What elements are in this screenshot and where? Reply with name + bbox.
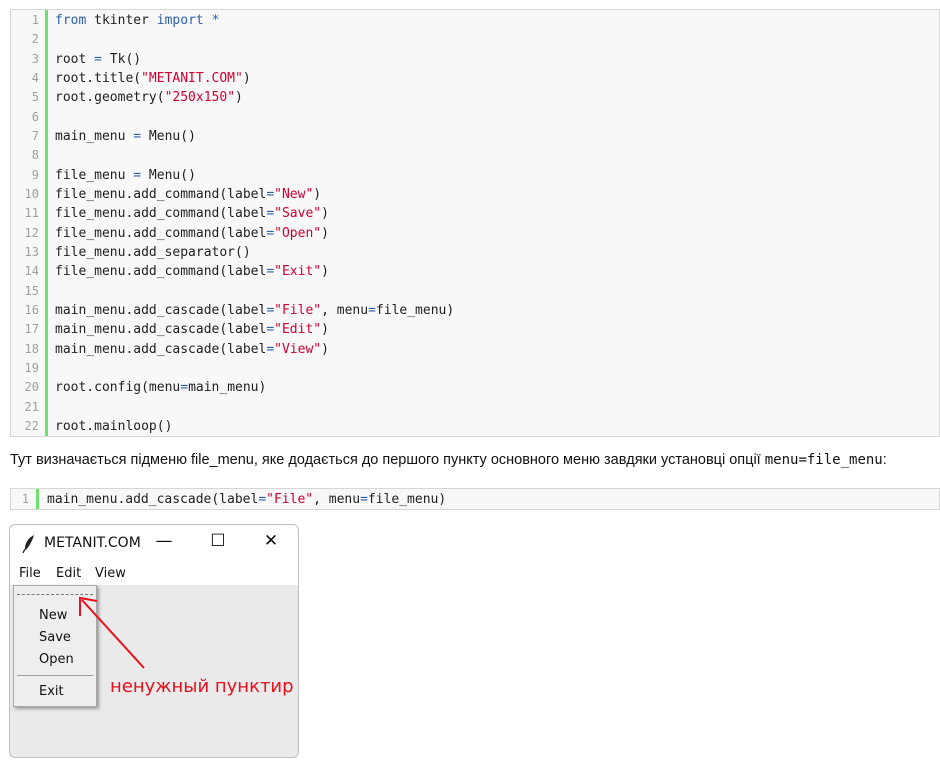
feather-icon [22, 535, 34, 554]
code-line: 5 root.geometry("250x150") [11, 88, 939, 107]
annotation-arrow-icon [79, 596, 145, 669]
code-text: file_menu.add_command(label="Open") [55, 225, 329, 241]
line-number: 1 [21, 492, 29, 506]
code-text: root = Tk() [55, 51, 142, 67]
code-line: 6 [11, 108, 939, 127]
window-title: METANIT.COM [44, 535, 141, 551]
code-text: main_menu.add_cascade(label="File", menu… [55, 302, 455, 318]
code-text: file_menu.add_command(label="Exit") [55, 264, 329, 280]
paragraph-text: Тут визначається підменю file_menu, яке … [10, 452, 765, 468]
code-line: 10 file_menu.add_command(label="New") [11, 185, 939, 204]
code-line: 8 [11, 146, 939, 165]
code-lines: 1 main_menu.add_cascade(label="File", men… [11, 490, 939, 509]
line-number: 14 [24, 264, 39, 279]
code-line: 16 main_menu.add_cascade(label="File", me… [11, 301, 939, 320]
line-number: 7 [31, 128, 39, 143]
code-line: 18 main_menu.add_cascade(label="View") [11, 340, 939, 359]
code-line: 20 root.config(menu=main_menu) [11, 378, 939, 397]
annotation-label: ненужный пунктир [110, 676, 294, 697]
close-button[interactable]: ✕ [258, 531, 284, 551]
line-number: 2 [31, 32, 39, 47]
code-line: 19 [11, 359, 939, 378]
line-number: 9 [31, 167, 39, 182]
code-block-snippet: 1 main_menu.add_cascade(label="File", men… [10, 488, 940, 510]
menubar: File Edit View [10, 563, 298, 585]
maximize-button[interactable]: ☐ [205, 531, 231, 551]
minimize-button[interactable]: — [151, 531, 177, 551]
line-number: 6 [31, 109, 39, 124]
code-line: 11 file_menu.add_command(label="Save") [11, 204, 939, 223]
code-text: file_menu = Menu() [55, 167, 196, 183]
code-line: 1 main_menu.add_cascade(label="File", men… [11, 490, 939, 509]
code-text: root.title("METANIT.COM") [55, 70, 251, 86]
line-number: 15 [24, 283, 39, 298]
code-line: 9 file_menu = Menu() [11, 166, 939, 185]
code-line: 1 from tkinter import * [11, 11, 939, 30]
code-text: main_menu.add_cascade(label="Edit") [55, 322, 329, 338]
code-line: 4 root.title("METANIT.COM") [11, 69, 939, 88]
code-line: 22 root.mainloop() [11, 417, 939, 436]
code-line: 12 file_menu.add_command(label="Open") [11, 224, 939, 243]
line-number: 5 [31, 90, 39, 105]
line-number: 17 [24, 322, 39, 337]
code-block-main: 1 from tkinter import * 2 3 root = Tk() 4 root… [10, 9, 940, 437]
line-number: 10 [24, 186, 39, 201]
menu-file[interactable]: File [19, 566, 41, 581]
line-number: 16 [24, 302, 39, 317]
code-line: 14 file_menu.add_command(label="Exit") [11, 262, 939, 281]
paragraph-text-end: : [882, 452, 887, 468]
code-text: root.config(menu=main_menu) [55, 380, 267, 396]
code-line: 2 [11, 30, 939, 49]
line-number: 20 [24, 380, 39, 395]
code-line: 3 root = Tk() [11, 50, 939, 69]
line-number: 18 [24, 341, 39, 356]
line-number: 19 [24, 360, 39, 375]
code-text: root.geometry("250x150") [55, 90, 243, 106]
code-text: main_menu.add_cascade(label="View") [55, 341, 329, 357]
code-line: 21 [11, 398, 939, 417]
code-line: 13 file_menu.add_separator() [11, 243, 939, 262]
line-number: 11 [24, 206, 39, 221]
menu-view[interactable]: View [95, 566, 126, 581]
code-text: file_menu.add_command(label="New") [55, 186, 322, 202]
code-text: from tkinter import * [55, 13, 220, 28]
description-paragraph: Тут визначається підменю file_menu, яке … [10, 452, 887, 468]
line-number: 12 [24, 225, 39, 240]
line-number: 8 [31, 148, 39, 163]
code-text: main_menu.add_cascade(label="File", menu… [47, 492, 447, 507]
window-titlebar: METANIT.COM — ☐ ✕ [10, 525, 298, 563]
code-text: file_menu.add_command(label="Save") [55, 206, 329, 222]
code-line: 7 main_menu = Menu() [11, 127, 939, 146]
line-number: 13 [24, 244, 39, 259]
line-number: 21 [24, 399, 39, 414]
line-number: 1 [31, 13, 39, 27]
code-line: 15 [11, 282, 939, 301]
line-number: 22 [24, 418, 39, 433]
code-text: root.mainloop() [55, 418, 173, 434]
inline-code: menu=file_menu [764, 452, 883, 468]
code-text: main_menu = Menu() [55, 128, 196, 144]
code-text: file_menu.add_separator() [55, 244, 251, 260]
menu-edit[interactable]: Edit [56, 566, 81, 581]
line-number: 3 [31, 51, 39, 66]
line-number: 4 [31, 70, 39, 85]
code-line: 17 main_menu.add_cascade(label="Edit") [11, 320, 939, 339]
code-lines: 1 from tkinter import * 2 3 root = Tk() 4 root… [11, 11, 939, 436]
menu-item-exit[interactable]: Exit [39, 684, 64, 699]
